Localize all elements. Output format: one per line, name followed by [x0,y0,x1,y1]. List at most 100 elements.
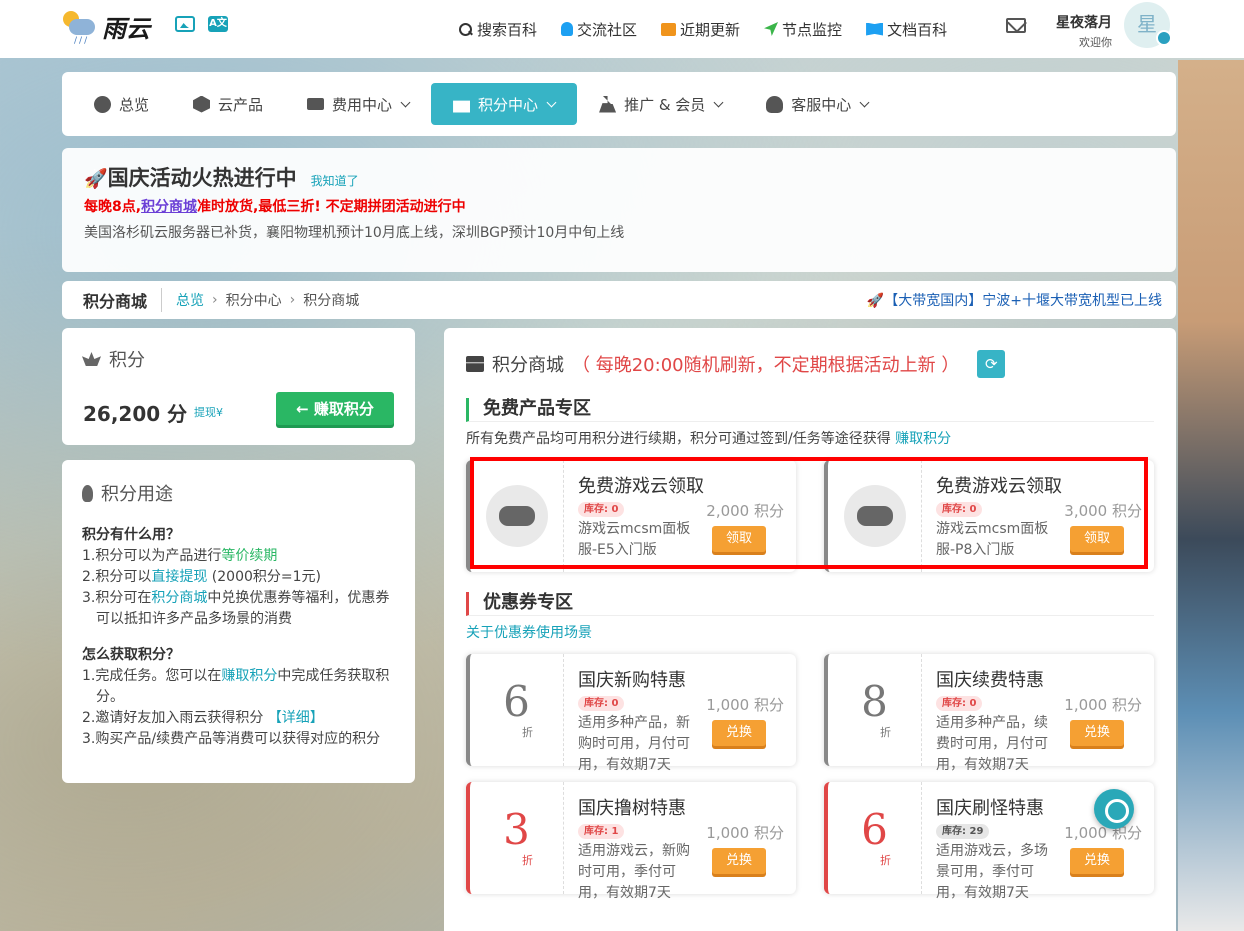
details-link[interactable]: 【详细】 [268,710,324,726]
topnav-monitor[interactable]: 节点监控 [764,19,842,40]
shop-title: 积分商城 [492,355,564,376]
nav-support[interactable]: 客服中心 [744,83,890,125]
chevron-down-icon [859,97,870,107]
topnav-label: 近期更新 [680,20,741,39]
topnav-community[interactable]: 交流社区 [561,19,637,40]
coupon-body: 国庆续费特惠 库存: 0 适用多种产品，续费时可用，月付可用，有效期7天 1,0… [922,654,1154,773]
free-items: 免费游戏云领取 库存: 0 游戏云mcsm面板服-E5入门版 2,000 积分 … [466,460,1154,572]
withdraw-link[interactable]: 直接提现 [151,569,207,585]
top-nav: 搜索百科 交流社区 近期更新 节点监控 文档百科 [458,0,947,58]
topnav-docs[interactable]: 文档百科 [866,19,947,40]
coupon-title: 国庆续费特惠 [936,670,1044,691]
lotus-icon [82,352,101,366]
claim-button[interactable]: 领取 [1070,526,1124,552]
list-item: 2.积分可以直接提现 (2000积分=1元) [82,567,395,588]
earn-points-button[interactable]: ← 赚取积分 [276,392,394,425]
nav-promotion[interactable]: 推广 & 会员 [577,83,744,125]
coupon-desc: 适用多种产品，新购时可用，月付可用，有效期7天 [578,715,690,773]
product-body: 免费游戏云领取 库存: 0 游戏云mcsm面板服-E5入门版 2,000 积分 … [564,460,796,572]
page-title: 积分商城 [83,288,163,312]
discount-unit: 折 [522,854,533,867]
nav-label: 总览 [119,95,150,114]
withdraw-link[interactable]: 提现¥ [194,404,223,420]
topnav-updates[interactable]: 近期更新 [661,19,740,40]
announcement-title: 🚀国庆活动火热进行中 我知道了 [84,162,1154,192]
nav-cloud-products[interactable]: 云产品 [171,83,285,125]
avatar[interactable]: 星 [1124,2,1172,48]
product-card: 免费游戏云领取 库存: 0 游戏云mcsm面板服-E5入门版 2,000 积分 … [466,460,796,572]
background-illustration [1178,60,1244,931]
coupon-desc: 适用游戏云，新购时可用，季付可用，有效期7天 [578,843,690,901]
main-nav: 总览 云产品 费用中心 积分中心 推广 & 会员 客服中心 [62,72,1176,136]
list-item: 1.完成任务。您可以在赚取积分中完成任务获取积分。 [82,666,395,708]
breadcrumb-overview[interactable]: 总览 [176,290,204,310]
list-item: 3.购买产品/续费产品等消费可以获得对应的积分 [82,729,395,750]
discount-value: 6 [861,805,888,854]
mail-icon[interactable] [1006,18,1026,33]
bell-icon [561,22,574,36]
logo-text: 雨云 [102,14,150,43]
earn-points-link[interactable]: 赚取积分 [221,668,277,684]
list-num: 3. [82,731,96,747]
redeem-button[interactable]: 兑换 [712,720,766,746]
points-label: 积分 [109,350,145,371]
topnav-label: 搜索百科 [477,20,538,39]
shop-header: 积分商城 （ 每晚20:00随机刷新，不定期根据活动上新 ） ⟳ [466,350,1154,378]
points-usage-card: 积分用途 积分有什么用？ 1.积分可以为产品进行等价续期 2.积分可以直接提现 … [62,460,415,783]
promo-link[interactable]: 🚀【大带宽国内】宁波+十堰大带宽机型已上线 [867,290,1162,310]
nav-billing[interactable]: 费用中心 [285,83,431,125]
shop-note: （ 每晚20:00随机刷新，不定期根据活动上新 ） [572,355,960,376]
coupon-usage-link[interactable]: 关于优惠券使用场景 [466,625,592,641]
points-header: 积分 [82,346,395,372]
coupon-title: 国庆新购特惠 [578,670,686,691]
refresh-button[interactable]: ⟳ [977,350,1006,378]
desc-text: 所有免费产品均可用积分进行续期，积分可通过签到/任务等途径获得 [466,431,896,447]
coupon-section-title: 优惠券专区 [466,592,1154,616]
store-icon [466,356,484,372]
dismiss-link[interactable]: 我知道了 [311,172,359,189]
nav-points-center[interactable]: 积分中心 [431,83,578,125]
avatar-text: 星 [1137,12,1157,36]
renew-link[interactable]: 等价续期 [221,548,277,564]
coupon-body: 国庆撸树特惠 库存: 1 适用游戏云，新购时可用，季付可用，有效期7天 1,00… [564,782,796,901]
claim-button[interactable]: 领取 [712,526,766,552]
breadcrumb-points-shop: 积分商城 [303,293,360,309]
user-info[interactable]: 星夜落月 欢迎你 [1056,12,1112,50]
stock-badge: 库存: 0 [578,696,625,711]
logo[interactable]: /// 雨云 [60,8,150,46]
points-shop: 积分商城 （ 每晚20:00随机刷新，不定期根据活动上新 ） ⟳ 免费产品专区 … [444,328,1176,931]
redeem-button[interactable]: 兑换 [712,848,766,874]
nav-label: 云产品 [218,95,264,114]
coupon-discount: 8折 [824,654,922,766]
headset-icon [766,95,784,113]
points-shop-link[interactable]: 积分商城 [151,590,207,606]
list-text: 积分可以 [95,569,152,585]
user-name: 星夜落月 [1056,15,1112,31]
breadcrumb-separator: › [289,292,296,308]
redeem-button[interactable]: 兑换 [1070,848,1124,874]
support-float-button[interactable] [1094,789,1134,829]
translate-icon[interactable]: A文 [208,16,228,32]
gamepad-icon [843,485,906,547]
lightbulb-icon [82,484,93,502]
image-icon[interactable] [175,16,195,32]
money-icon [307,98,325,110]
topnav-search[interactable]: 搜索百科 [458,19,537,40]
rocket-icon: 🚀 [84,168,108,190]
coupon-items-row: 3折 国庆撸树特惠 库存: 1 适用游戏云，新购时可用，季付可用，有效期7天 1… [466,782,1154,901]
stock-badge: 库存: 0 [578,502,625,517]
redeem-button[interactable]: 兑换 [1070,720,1124,746]
list-text: 完成任务。您可以在 [95,668,222,684]
nav-overview[interactable]: 总览 [72,83,171,125]
gamepad-icon [485,485,548,547]
product-price: 3,000 积分 [1064,502,1142,520]
announcement-highlight: 每晚8点,积分商城准时放货,最低三折! 不定期拼团活动进行中 [84,196,1154,216]
usage-list: 1.完成任务。您可以在赚取积分中完成任务获取积分。 2.邀请好友加入雨云获得积分… [82,666,395,750]
list-text: (2000积分=1元) [207,569,321,585]
earn-points-link[interactable]: 赚取积分 [895,431,951,447]
refresh-icon: ⟳ [985,355,998,373]
list-text: 积分可在 [95,590,152,606]
points-shop-link[interactable]: 积分商城 [141,199,197,215]
stock-badge: 库存: 0 [936,696,983,711]
points-balance-card: 积分 26,200 分 提现¥ ← 赚取积分 [62,328,415,445]
